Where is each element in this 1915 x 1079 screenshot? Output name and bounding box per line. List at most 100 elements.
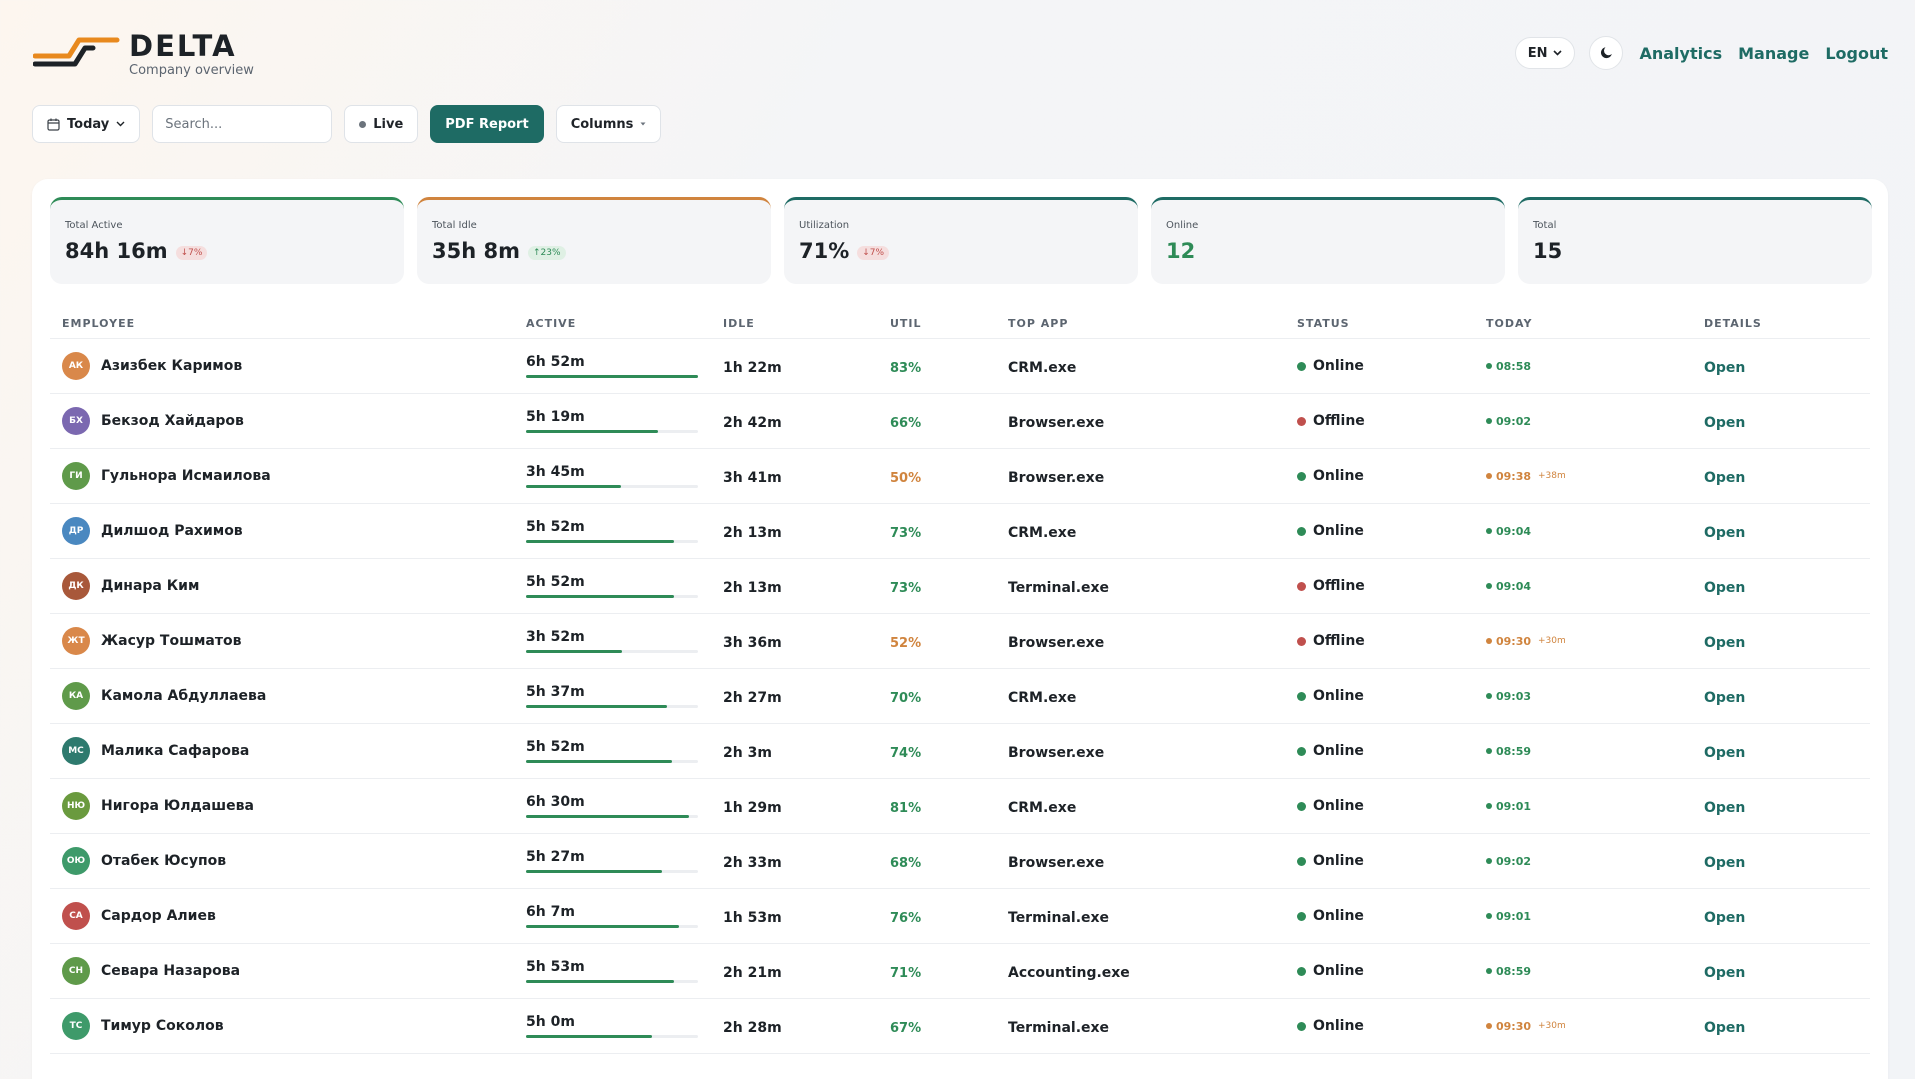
- active-progress-track: [526, 595, 698, 598]
- open-details-link[interactable]: Open: [1704, 525, 1745, 541]
- table-row[interactable]: МС Малика Сафарова 5h 52m 2h 3m 74% Browser.e…: [50, 724, 1870, 779]
- open-details-link[interactable]: Open: [1704, 1020, 1745, 1036]
- column-header-top-app[interactable]: TOP APP: [1008, 317, 1297, 330]
- top-app: Browser.exe: [1008, 634, 1105, 651]
- table-row[interactable]: СА Сардор Алиев 6h 7m 1h 53m 76% Terminal.exe…: [50, 889, 1870, 944]
- employee-name: Гульнора Исмаилова: [101, 468, 271, 484]
- employee-name: Севара Назарова: [101, 963, 241, 979]
- arrival-time: 09:38: [1496, 469, 1532, 483]
- arrival-dot: [1486, 1023, 1492, 1029]
- status-text: Online: [1313, 468, 1364, 484]
- active-progress-bar: [526, 705, 668, 708]
- arrival-dot: [1486, 748, 1492, 754]
- active-progress-bar: [526, 485, 621, 488]
- utilization-value: 73%: [890, 525, 922, 541]
- search-input[interactable]: [152, 105, 333, 143]
- theme-toggle-button[interactable]: [1589, 36, 1624, 70]
- nav-manage-link[interactable]: Manage: [1738, 44, 1809, 63]
- active-progress-bar: [526, 760, 673, 763]
- open-details-link[interactable]: Open: [1704, 580, 1745, 596]
- avatar: ОЮ: [62, 847, 90, 875]
- active-time: 5h 27m: [526, 849, 585, 865]
- status-dot: [1297, 691, 1306, 701]
- active-progress-bar: [526, 1035, 652, 1038]
- employee-table: EMPLOYEE ACTIVE IDLE UTIL TOP APP STATUS…: [50, 309, 1870, 1054]
- open-details-link[interactable]: Open: [1704, 855, 1745, 871]
- status-dot: [1297, 416, 1306, 426]
- table-row[interactable]: АК Азизбек Каримов 6h 52m 1h 22m 83% CRM.exe O…: [50, 339, 1870, 394]
- table-row[interactable]: ГИ Гульнора Исмаилова 3h 45m 3h 41m 50% Brows…: [50, 449, 1870, 504]
- stat-online: Online 12: [1151, 197, 1505, 284]
- avatar: СН: [62, 957, 90, 985]
- status-text: Online: [1313, 523, 1364, 539]
- arrival-time: 09:04: [1496, 524, 1532, 538]
- active-time: 6h 30m: [526, 794, 585, 810]
- column-header-employee[interactable]: EMPLOYEE: [50, 317, 526, 330]
- table-row[interactable]: КА Камола Абдуллаева 5h 37m 2h 27m 70% CRM.ex…: [50, 669, 1870, 724]
- table-row[interactable]: ОЮ Отабек Юсупов 5h 27m 2h 33m 68% Browser.ex…: [50, 834, 1870, 889]
- table-row[interactable]: СН Севара Назарова 5h 53m 2h 21m 71% Accounti…: [50, 944, 1870, 999]
- table-header: EMPLOYEE ACTIVE IDLE UTIL TOP APP STATUS…: [50, 309, 1870, 339]
- employee-name: Дилшод Рахимов: [101, 523, 243, 539]
- nav-logout-link[interactable]: Logout: [1825, 44, 1888, 63]
- late-delta: +38m: [1538, 471, 1566, 481]
- column-header-util[interactable]: UTIL: [890, 317, 1008, 330]
- active-progress-track: [526, 650, 698, 653]
- arrival-time: 09:03: [1496, 689, 1532, 703]
- status-dot: [1297, 1021, 1306, 1031]
- idle-time: 2h 13m: [723, 579, 782, 596]
- moon-icon: [1601, 47, 1613, 59]
- header: DELTA Company overview EN Analytics Mana…: [33, 28, 1888, 80]
- open-details-link[interactable]: Open: [1704, 360, 1745, 376]
- active-time: 3h 45m: [526, 464, 585, 480]
- avatar: МС: [62, 737, 90, 765]
- column-header-active[interactable]: ACTIVE: [526, 317, 723, 330]
- open-details-link[interactable]: Open: [1704, 470, 1745, 486]
- arrival-dot: [1486, 473, 1492, 479]
- active-progress-track: [526, 375, 698, 378]
- arrival-time: 09:30: [1496, 1019, 1532, 1033]
- table-row[interactable]: НЮ Нигора Юлдашева 6h 30m 1h 29m 81% CRM.exe O…: [50, 779, 1870, 834]
- top-app: CRM.exe: [1008, 689, 1077, 706]
- pdf-report-label: PDF Report: [445, 116, 529, 132]
- open-details-link[interactable]: Open: [1704, 800, 1745, 816]
- open-details-link[interactable]: Open: [1704, 910, 1745, 926]
- column-header-idle[interactable]: IDLE: [723, 317, 890, 330]
- active-progress-track: [526, 870, 698, 873]
- table-row[interactable]: БХ Бекзод Хайдаров 5h 19m 2h 42m 66% Browser.…: [50, 394, 1870, 449]
- arrival-dot: [1486, 418, 1492, 424]
- nav-analytics-link[interactable]: Analytics: [1639, 44, 1722, 63]
- language-select[interactable]: EN: [1514, 37, 1576, 69]
- status-text: Online: [1313, 743, 1364, 759]
- active-progress-bar: [526, 595, 674, 598]
- open-details-link[interactable]: Open: [1704, 965, 1745, 981]
- idle-time: 2h 33m: [723, 854, 782, 871]
- table-row[interactable]: ДК Динара Ким 5h 52m 2h 13m 73% Terminal.exe O…: [50, 559, 1870, 614]
- stat-value: 15: [1533, 239, 1563, 263]
- status-text: Online: [1313, 1018, 1364, 1034]
- status-dot: [1297, 966, 1306, 976]
- logo[interactable]: DELTA Company overview: [33, 30, 254, 78]
- open-details-link[interactable]: Open: [1704, 745, 1745, 761]
- arrival-dot: [1486, 363, 1492, 369]
- column-header-details: DETAILS: [1704, 317, 1762, 330]
- employee-name: Азизбек Каримов: [101, 358, 243, 374]
- pdf-report-button[interactable]: PDF Report: [430, 105, 544, 143]
- table-row[interactable]: ЖТ Жасур Тошматов 3h 52m 3h 36m 52% Browser.e…: [50, 614, 1870, 669]
- columns-label: Columns: [570, 116, 634, 132]
- table-row[interactable]: ДР Дилшод Рахимов 5h 52m 2h 13m 73% CRM.exe On…: [50, 504, 1870, 559]
- open-details-link[interactable]: Open: [1704, 690, 1745, 706]
- table-row[interactable]: ТС Тимур Соколов 5h 0m 2h 28m 67% Terminal.ex…: [50, 999, 1870, 1054]
- status-text: Offline: [1313, 578, 1365, 594]
- status-text: Online: [1313, 358, 1364, 374]
- active-progress-track: [526, 925, 698, 928]
- column-header-status[interactable]: STATUS: [1297, 317, 1486, 330]
- avatar: БХ: [62, 407, 90, 435]
- date-filter-button[interactable]: Today: [32, 105, 141, 143]
- stat-utilization: Utilization 71% ↓7%: [784, 197, 1138, 284]
- columns-button[interactable]: Columns: [555, 105, 662, 143]
- open-details-link[interactable]: Open: [1704, 635, 1745, 651]
- live-toggle-button[interactable]: Live: [344, 105, 419, 143]
- column-header-today[interactable]: TODAY: [1486, 317, 1704, 330]
- open-details-link[interactable]: Open: [1704, 415, 1745, 431]
